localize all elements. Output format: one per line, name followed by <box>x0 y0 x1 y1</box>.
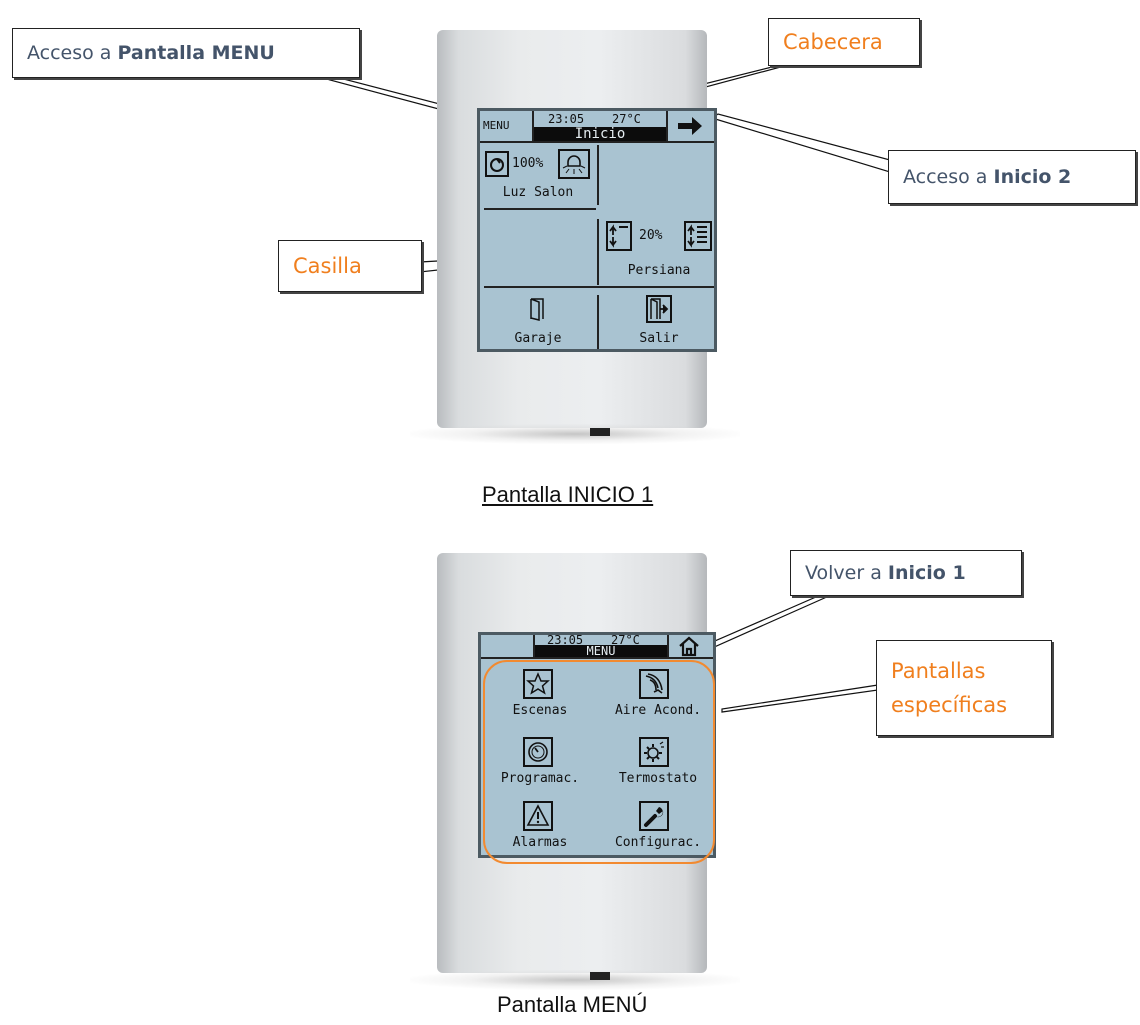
cell-salir[interactable]: Salir <box>600 291 714 349</box>
device-shadow-1 <box>410 424 740 444</box>
device-shadow-2 <box>410 970 740 990</box>
garaje-label: Garaje <box>514 331 562 346</box>
salir-label: Salir <box>639 331 679 346</box>
grid-h1 <box>484 208 596 210</box>
exit-icon <box>646 295 672 323</box>
next-arrow-icon[interactable] <box>676 115 704 141</box>
callout-casilla: Casilla <box>278 240 422 292</box>
header-sep-right <box>666 111 668 141</box>
grid-v1 <box>597 145 599 205</box>
grid-h2 <box>484 286 714 288</box>
callout-pantallas-especificas: Pantallas específicas <box>876 640 1052 736</box>
callout-volver-bold: Inicio 1 <box>887 562 966 584</box>
menu-button[interactable]: MENU <box>483 119 510 132</box>
device-notch-2 <box>590 972 610 980</box>
callout-especificas-line2: específicas <box>891 693 1008 717</box>
callout-especificas-line1: Pantallas <box>891 659 986 683</box>
callout-cabecera: Cabecera <box>768 18 920 66</box>
luz-label: Luz Salon <box>502 185 574 200</box>
blind-down-icon <box>684 221 712 251</box>
callout-inicio2: Acceso a Inicio 2 <box>888 150 1136 204</box>
callout-menu-access: Acceso a Pantalla MENU <box>12 28 360 78</box>
cell-garaje[interactable]: Garaje <box>480 291 596 349</box>
grid-v3 <box>597 295 599 349</box>
callout-inicio2-prefix: Acceso a <box>903 166 988 188</box>
luz-value: 100% <box>512 156 544 171</box>
callout-volver-prefix: Volver a <box>805 562 882 584</box>
cell-luz-salon[interactable]: 100% Luz Salon <box>480 145 596 207</box>
callout-volver: Volver a Inicio 1 <box>790 550 1022 596</box>
callout-casilla-label: Casilla <box>293 254 362 278</box>
grid-v2 <box>597 219 599 285</box>
clock: 23:05 <box>548 112 585 126</box>
device-notch-1 <box>590 428 610 436</box>
header-title: MENU <box>535 645 667 657</box>
blind-up-icon <box>606 221 632 251</box>
callout-inicio2-bold: Inicio 2 <box>993 166 1072 188</box>
persiana-value: 20% <box>639 228 663 243</box>
home-icon[interactable] <box>677 635 701 661</box>
header-sep-right <box>667 635 669 657</box>
callout-menu-access-bold: Pantalla MENU <box>117 42 275 64</box>
persiana-label: Persiana <box>627 263 691 278</box>
cell-persiana[interactable]: 20% Persiana <box>600 215 714 285</box>
temperature: 27°C <box>612 112 641 126</box>
caption-menu: Pantalla MENÚ <box>497 992 648 1017</box>
callout-cabecera-label: Cabecera <box>783 30 883 54</box>
dimmer-icon <box>485 151 509 177</box>
light-bulb-icon <box>558 149 590 179</box>
caption-inicio: Pantalla INICIO 1 <box>482 482 654 507</box>
callout-menu-access-prefix: Acceso a <box>27 42 112 64</box>
door-icon <box>528 297 548 325</box>
header-title: Inicio <box>534 127 666 141</box>
lcd-screen-inicio: MENU 23:05 27°C Inicio 100% Luz Salon 20… <box>477 108 717 352</box>
specific-screens-highlight <box>483 660 715 864</box>
